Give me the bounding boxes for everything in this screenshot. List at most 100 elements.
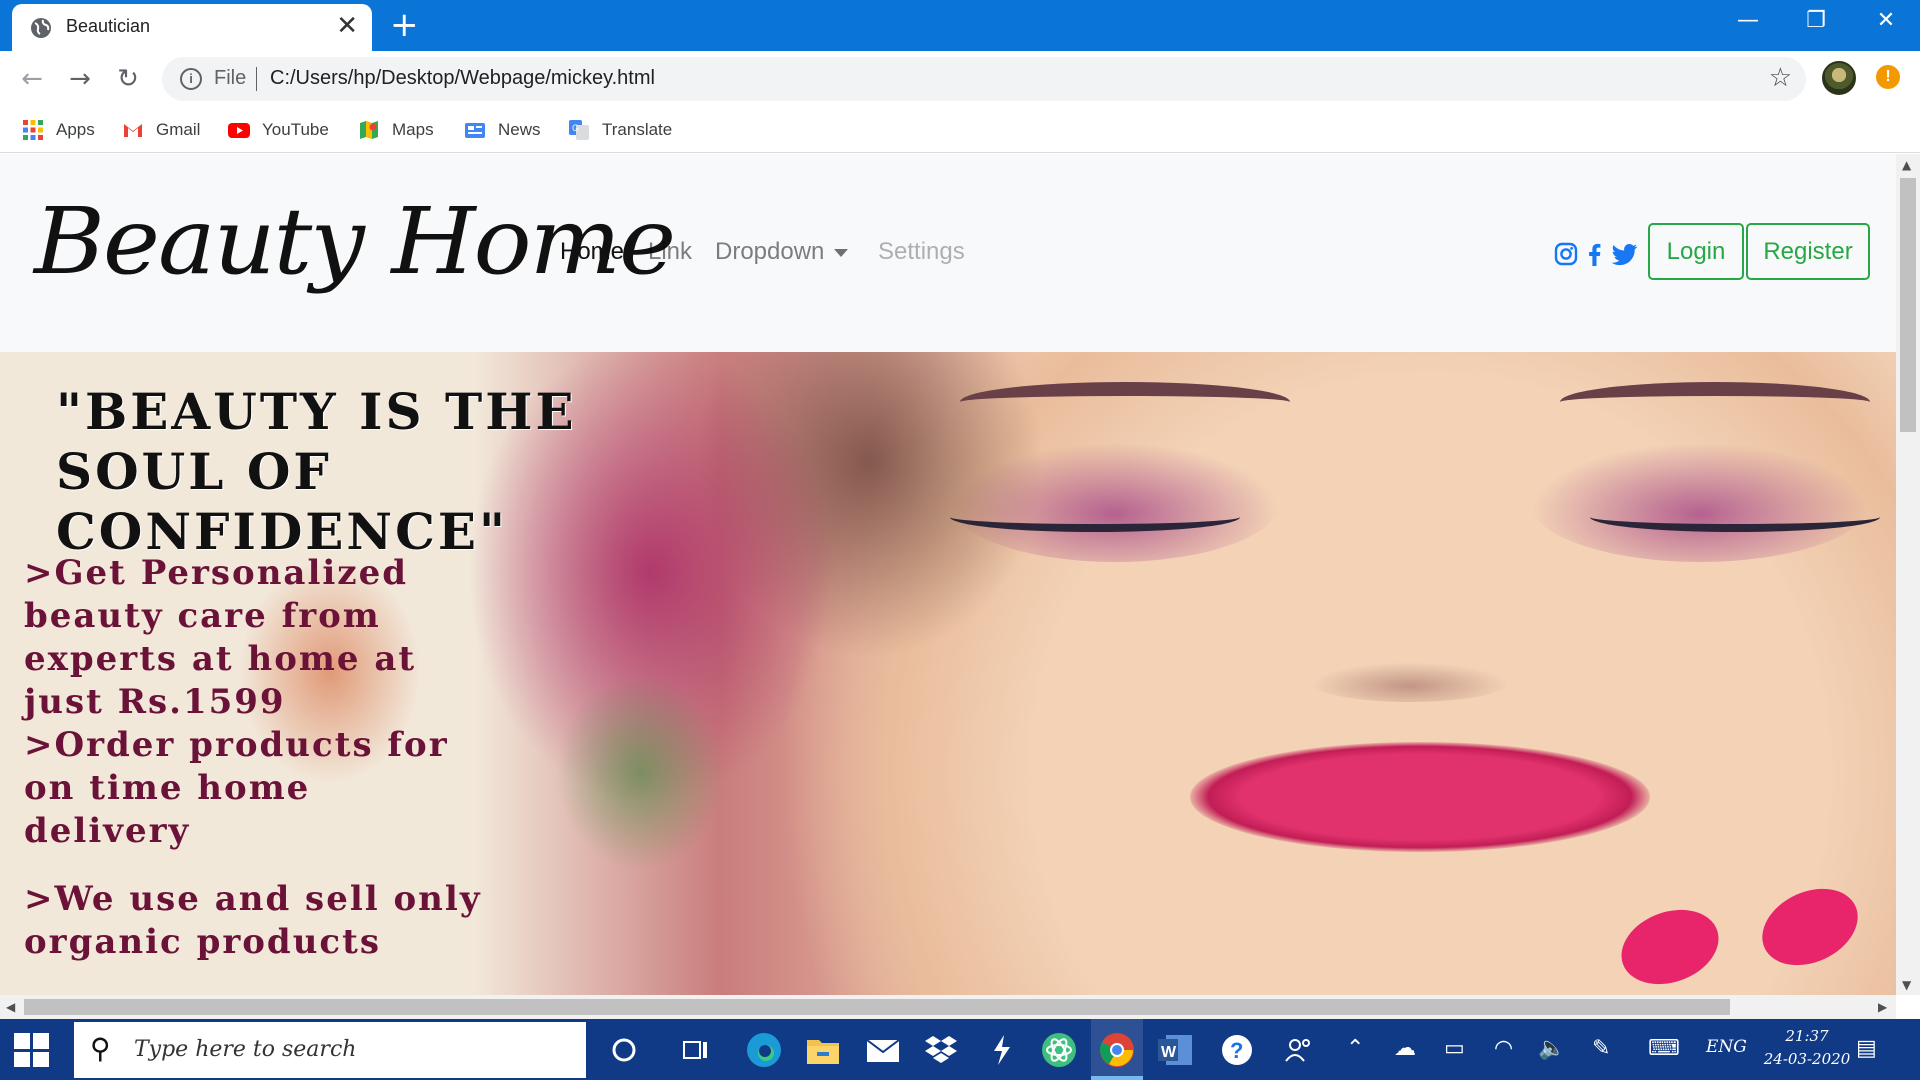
hero-line: >We use and sell only — [24, 879, 482, 919]
edge-browser-icon[interactable] — [743, 1029, 785, 1071]
hero-quote: "BEAUTY IS THE SOUL OF CONFIDENCE" — [56, 382, 577, 561]
hero-line: just Rs.1599 — [24, 682, 286, 722]
hero-line: >Order products for — [24, 725, 449, 765]
search-placeholder: Type here to search — [134, 1037, 357, 1062]
hero-line: beauty care from — [24, 596, 381, 636]
windows-taskbar: ⚲ Type here to search W ? ⌃ ☁ ▭ ◠ 🔈 ✎ ⌨ … — [0, 1019, 1920, 1080]
browser-title-bar: Beautician ✕ + — ❐ ✕ — [0, 0, 1920, 51]
cortana-icon[interactable] — [603, 1029, 645, 1071]
bookmark-apps[interactable]: Apps — [22, 115, 95, 145]
bookmark-label: Translate — [602, 120, 673, 139]
wifi-icon[interactable]: ◠ — [1494, 1035, 1513, 1063]
update-alert-icon[interactable]: ! — [1876, 65, 1900, 89]
system-clock[interactable]: 21:37 24-03-2020 — [1752, 1025, 1862, 1071]
site-navbar: Beauty Home Home Link Dropdown Settings … — [0, 154, 1896, 352]
taskbar-search[interactable]: ⚲ Type here to search — [74, 1022, 586, 1078]
restore-button[interactable]: ❐ — [1796, 6, 1836, 36]
bookmark-label: Gmail — [156, 120, 201, 139]
word-icon[interactable]: W — [1154, 1029, 1196, 1071]
youtube-icon — [228, 123, 250, 138]
hero-line: delivery — [24, 811, 191, 851]
register-button[interactable]: Register — [1746, 223, 1870, 280]
login-button[interactable]: Login — [1648, 223, 1744, 280]
browser-tab[interactable]: Beautician ✕ — [12, 4, 372, 51]
language-indicator[interactable]: ENG — [1706, 1037, 1747, 1057]
help-icon[interactable]: ? — [1216, 1029, 1258, 1071]
notification-center-icon[interactable]: ▤ — [1856, 1035, 1877, 1063]
battery-icon[interactable]: ▭ — [1444, 1035, 1465, 1063]
file-explorer-icon[interactable] — [802, 1029, 844, 1071]
scheme-label: File — [214, 67, 247, 89]
scroll-up-arrow-icon[interactable]: ▲ — [1902, 158, 1911, 172]
svg-text:G: G — [572, 123, 579, 133]
new-tab-button[interactable]: + — [390, 6, 419, 44]
right-fingernail — [1749, 874, 1871, 980]
dropbox-icon[interactable] — [920, 1029, 962, 1071]
scroll-right-arrow-icon[interactable]: ▶ — [1878, 1000, 1887, 1014]
bookmark-label: YouTube — [262, 120, 329, 139]
bookmark-label: Apps — [56, 120, 95, 139]
nav-settings: Settings — [878, 238, 965, 265]
volume-icon[interactable]: 🔈 — [1538, 1035, 1565, 1063]
apps-grid-icon — [23, 120, 43, 140]
maps-icon — [360, 121, 378, 139]
url-separator — [256, 67, 257, 91]
nav-home[interactable]: Home — [560, 238, 624, 266]
show-hidden-icons-icon[interactable]: ⌃ — [1346, 1035, 1364, 1063]
minimize-button[interactable]: — — [1728, 6, 1768, 36]
nose-shadow — [1310, 662, 1510, 702]
people-icon[interactable] — [1278, 1029, 1320, 1071]
nav-link[interactable]: Link — [648, 238, 692, 266]
bookmark-star-icon[interactable]: ☆ — [1769, 63, 1792, 93]
atom-app-icon[interactable] — [1038, 1029, 1080, 1071]
bookmark-label: Maps — [392, 120, 434, 139]
url-text[interactable]: C:/Users/hp/Desktop/Webpage/mickey.html — [270, 67, 655, 90]
onedrive-icon[interactable]: ☁ — [1394, 1035, 1416, 1063]
translate-icon: G — [569, 120, 589, 140]
forward-arrow-icon[interactable]: → — [62, 61, 98, 97]
twitter-icon[interactable] — [1612, 242, 1638, 266]
tab-title: Beautician — [66, 16, 151, 36]
gmail-icon — [124, 124, 142, 137]
bookmark-gmail[interactable]: Gmail — [122, 115, 200, 145]
scroll-left-arrow-icon[interactable]: ◀ — [6, 1000, 15, 1014]
lips — [1190, 742, 1650, 852]
browser-toolbar: ← → ↻ i File C:/Users/hp/Desktop/Webpage… — [0, 51, 1920, 107]
scroll-down-arrow-icon[interactable]: ▼ — [1902, 978, 1911, 992]
clock-time: 21:37 — [1785, 1027, 1829, 1045]
reload-icon[interactable]: ↻ — [110, 61, 146, 97]
address-bar[interactable]: i File C:/Users/hp/Desktop/Webpage/micke… — [162, 57, 1806, 101]
search-icon: ⚲ — [90, 1032, 111, 1065]
bookmark-translate[interactable]: G Translate — [568, 115, 672, 145]
bookmark-label: News — [498, 120, 541, 139]
left-eyebrow — [960, 382, 1290, 422]
hero-line: experts at home at — [24, 639, 417, 679]
bookmark-maps[interactable]: Maps — [358, 115, 434, 145]
instagram-icon[interactable] — [1554, 242, 1578, 266]
hero-line: on time home — [24, 768, 311, 808]
window-close-button[interactable]: ✕ — [1866, 6, 1906, 36]
hero-line: organic products — [24, 922, 381, 962]
profile-avatar[interactable] — [1822, 61, 1856, 95]
vertical-scroll-thumb[interactable] — [1900, 178, 1916, 432]
nav-dropdown[interactable]: Dropdown — [715, 238, 849, 266]
info-icon[interactable]: i — [180, 68, 202, 90]
app-lightning-icon[interactable] — [980, 1029, 1022, 1071]
svg-text:W: W — [1161, 1044, 1177, 1061]
pen-icon[interactable]: ✎ — [1592, 1035, 1610, 1063]
globe-icon — [31, 18, 51, 38]
chrome-icon[interactable] — [1096, 1029, 1138, 1071]
caret-down-icon — [834, 248, 849, 257]
windows-start-icon[interactable] — [14, 1033, 54, 1067]
nav-dropdown-label: Dropdown — [715, 238, 825, 265]
bookmark-news[interactable]: News — [464, 115, 541, 145]
bookmark-youtube[interactable]: YouTube — [228, 115, 329, 145]
clock-date: 24-03-2020 — [1763, 1050, 1851, 1068]
mail-icon[interactable] — [862, 1029, 904, 1071]
keyboard-icon[interactable]: ⌨ — [1648, 1035, 1680, 1063]
facebook-icon[interactable] — [1586, 242, 1602, 266]
tab-close-icon[interactable]: ✕ — [336, 13, 358, 39]
task-view-icon[interactable] — [675, 1029, 717, 1071]
horizontal-scroll-thumb[interactable] — [24, 999, 1730, 1015]
back-arrow-icon[interactable]: ← — [14, 61, 50, 97]
